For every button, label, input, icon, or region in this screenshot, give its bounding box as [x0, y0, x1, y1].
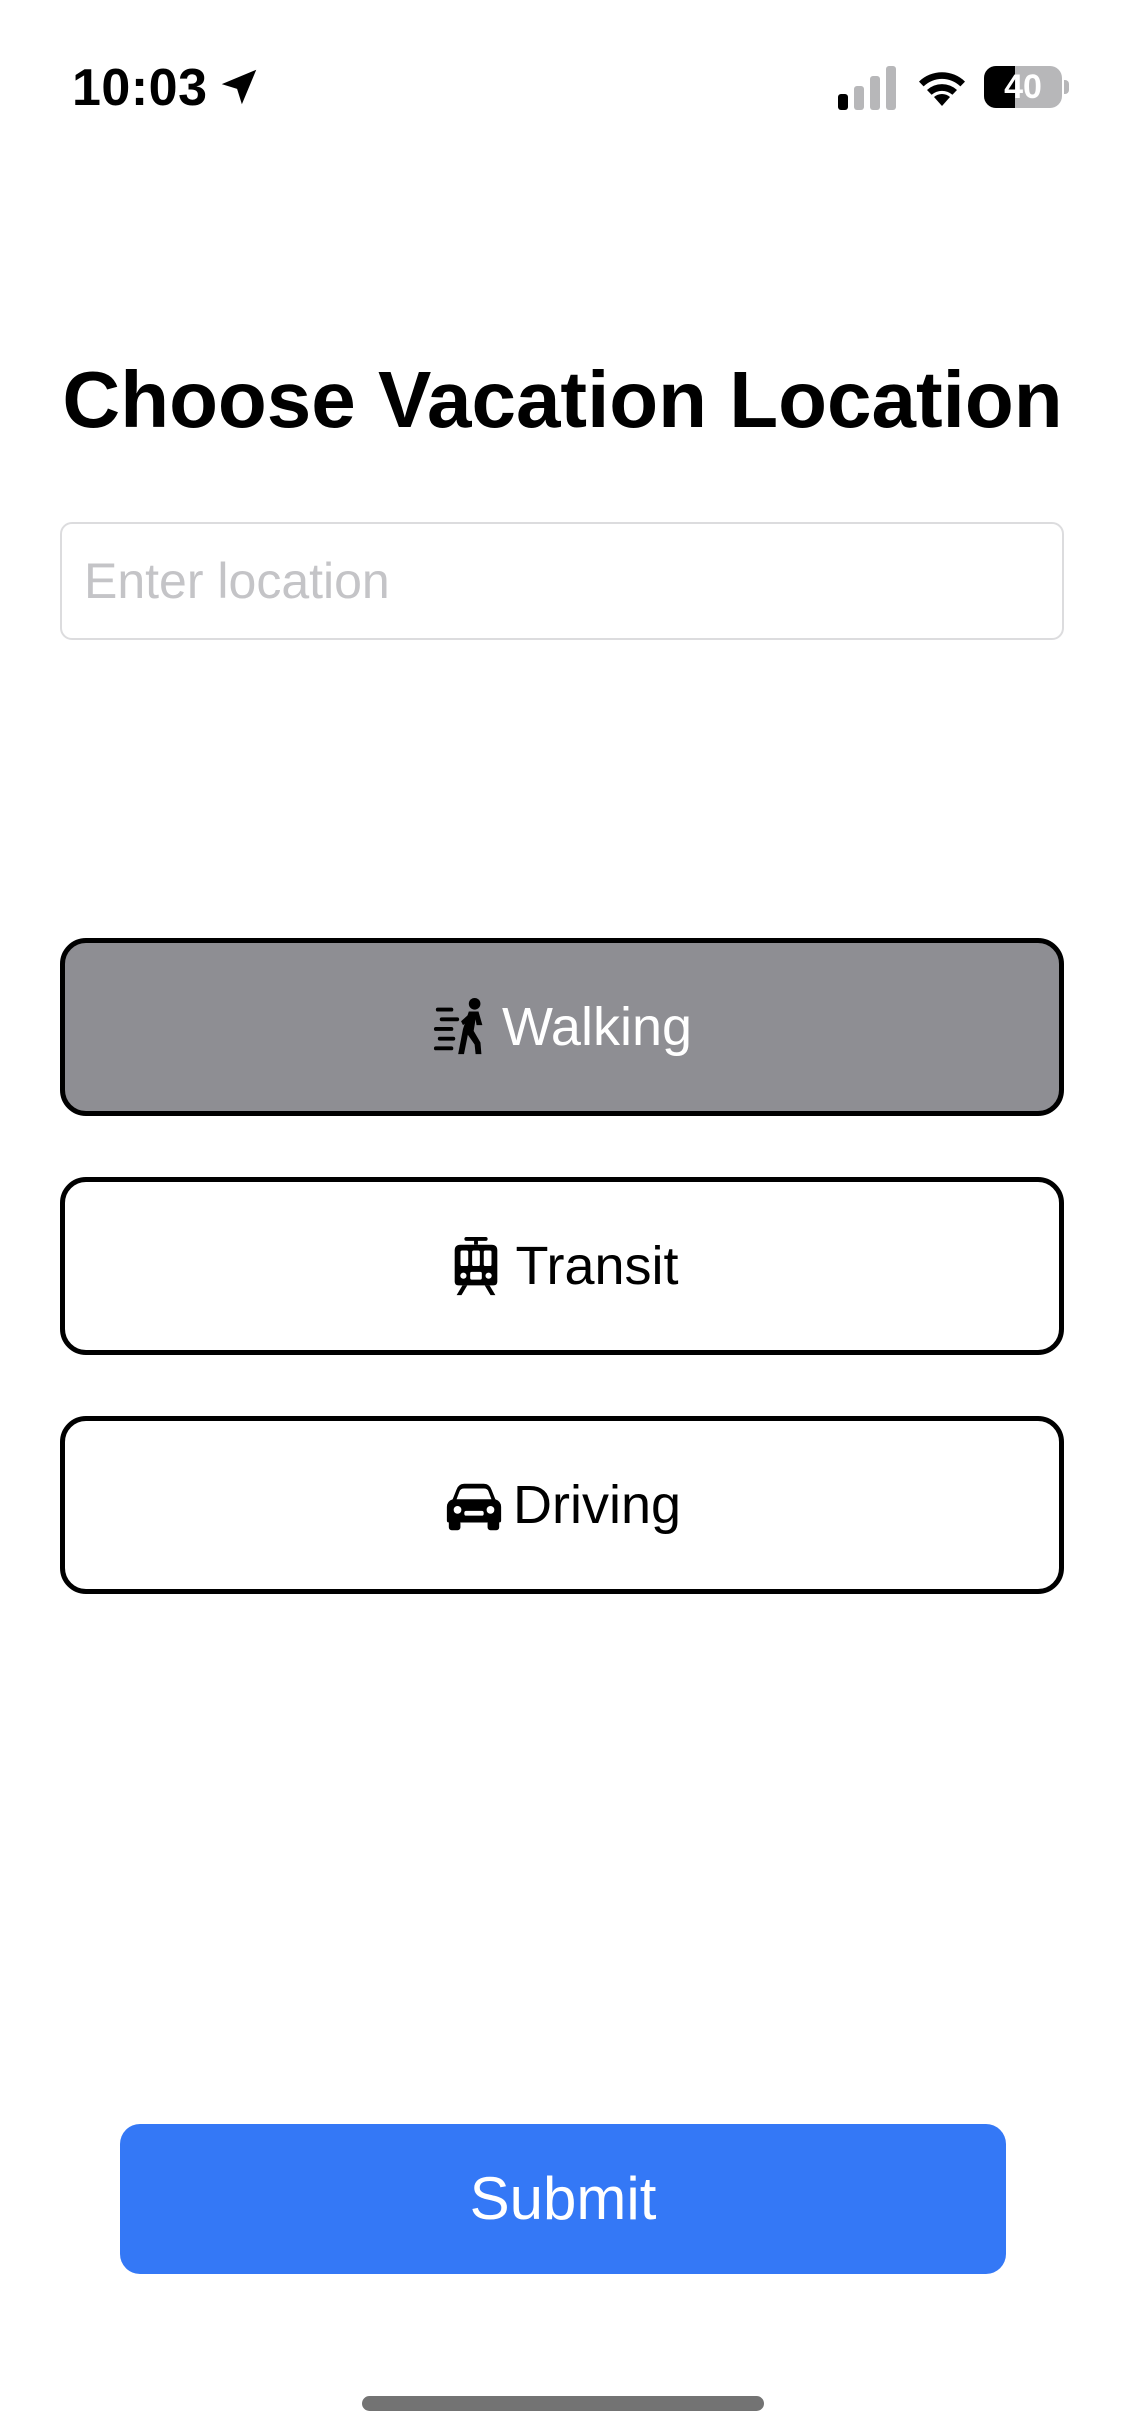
transit-mode-label: Transit [515, 1236, 679, 1296]
battery-percent: 40 [1004, 68, 1042, 106]
transit-mode-button[interactable]: Transit [60, 1177, 1064, 1355]
driving-mode-button[interactable]: Driving [60, 1416, 1064, 1594]
walking-mode-label: Walking [501, 997, 693, 1057]
location-arrow-icon [221, 69, 257, 105]
battery-cap [1064, 80, 1069, 94]
walking-mode-button[interactable]: Walking [60, 938, 1064, 1116]
battery-body: 40 [984, 66, 1062, 108]
driving-mode-label: Driving [512, 1475, 682, 1535]
tram-icon [455, 1236, 498, 1296]
status-time: 10:03 [72, 59, 208, 117]
location-input[interactable] [60, 522, 1064, 640]
battery-icon: 40 [984, 66, 1070, 108]
page-title: Choose Vacation Location [62, 355, 1063, 444]
car-icon [446, 1483, 502, 1531]
cellular-signal-icon [838, 66, 896, 110]
status-bar: 10:03 40 [0, 0, 1125, 140]
wifi-icon [919, 72, 965, 106]
screen: 10:03 40 Choose Vacation Location Enter … [0, 0, 1125, 2436]
walking-figure-icon [433, 997, 483, 1055]
submit-button[interactable]: Submit [120, 2124, 1006, 2274]
home-indicator[interactable] [362, 2396, 764, 2411]
submit-label: Submit [469, 2165, 657, 2232]
